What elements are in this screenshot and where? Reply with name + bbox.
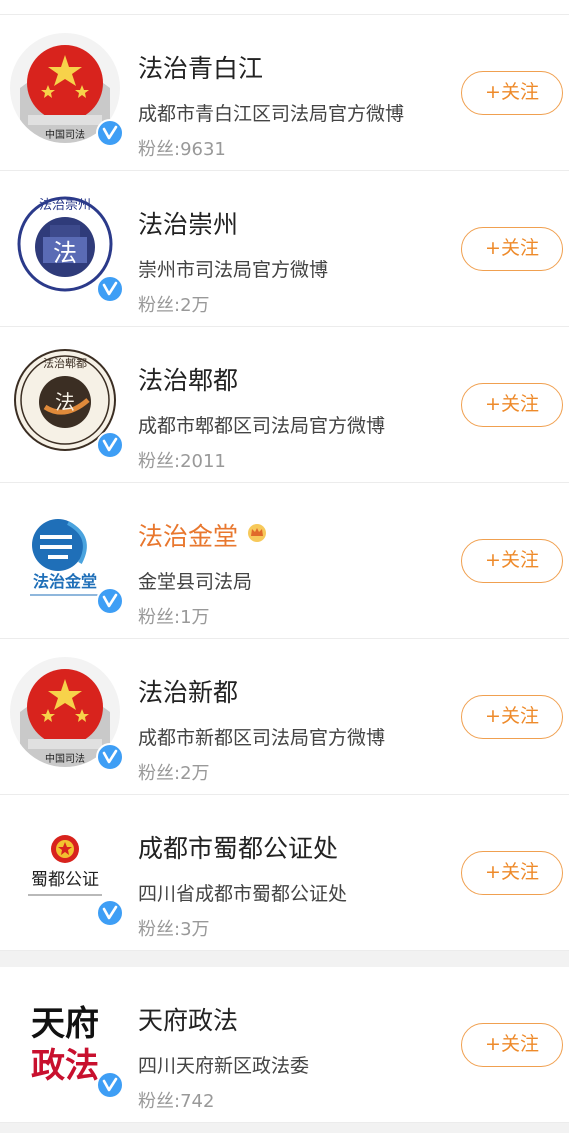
- svg-text:天府: 天府: [31, 1004, 99, 1044]
- list-item[interactable]: 中国司法 法治青白江 成都市青白江区司法局官方微博 粉丝:9631 +关注: [0, 15, 569, 171]
- fan-count: 粉丝:2万: [138, 295, 210, 316]
- account-list: 中国司法 法治青白江 成都市青白江区司法局官方微博 粉丝:9631 +关注 法 …: [0, 0, 569, 1133]
- verified-badge-icon: [96, 743, 124, 771]
- account-name[interactable]: 天府政法: [138, 1001, 238, 1037]
- avatar-text: 法治崇州: [39, 198, 91, 213]
- follow-button[interactable]: +关注: [461, 383, 563, 427]
- svg-text:政法: 政法: [31, 1046, 99, 1086]
- verified-badge-icon: [96, 1071, 124, 1099]
- account-description: 四川天府新区政法委: [138, 1055, 310, 1077]
- account-description: 成都市郫都区司法局官方微博: [138, 415, 386, 437]
- account-description: 四川省成都市蜀都公证处: [138, 883, 348, 905]
- follow-button[interactable]: +关注: [461, 851, 563, 895]
- verified-badge-icon: [96, 119, 124, 147]
- verified-badge-icon: [96, 899, 124, 927]
- account-description: 金堂县司法局: [138, 571, 253, 593]
- fan-count: 粉丝:2万: [138, 763, 210, 784]
- list-item[interactable]: 法 法治郫都 法治郫都 成都市郫都区司法局官方微博 粉丝:2011 +关注: [0, 327, 569, 483]
- bottom-divider: [0, 1123, 569, 1133]
- account-name: 法治金堂: [138, 522, 239, 551]
- section-divider: [0, 951, 569, 967]
- account-name[interactable]: 法治新都: [138, 673, 238, 709]
- fan-count: 粉丝:2011: [138, 451, 226, 472]
- account-name[interactable]: 法治郫都: [138, 361, 238, 397]
- follow-button[interactable]: +关注: [461, 71, 563, 115]
- list-item[interactable]: 中国司法 法治新都 成都市新都区司法局官方微博 粉丝:2万 +关注: [0, 639, 569, 795]
- list-item[interactable]: 法治金堂 法治金堂 金堂县司法局 粉丝:1万 +关注: [0, 483, 569, 639]
- follow-button[interactable]: +关注: [461, 227, 563, 271]
- follow-button[interactable]: +关注: [461, 1023, 563, 1067]
- account-name[interactable]: 法治青白江: [138, 49, 263, 85]
- follow-button[interactable]: +关注: [461, 539, 563, 583]
- avatar-text: 法治郫都: [43, 356, 87, 370]
- account-name[interactable]: 法治崇州: [138, 205, 238, 241]
- svg-text:法: 法: [53, 239, 77, 267]
- fan-count: 粉丝:1万: [138, 607, 210, 628]
- svg-text:法: 法: [55, 390, 75, 414]
- list-item[interactable]: 蜀都公证 成都市蜀都公证处 四川省成都市蜀都公证处 粉丝:3万 +关注: [0, 795, 569, 951]
- avatar-text: 中国司法: [45, 752, 85, 765]
- top-divider: [0, 0, 569, 15]
- verified-badge-icon: [96, 275, 124, 303]
- verified-badge-icon: [96, 587, 124, 615]
- account-description: 崇州市司法局官方微博: [138, 259, 329, 281]
- account-description: 成都市新都区司法局官方微博: [138, 727, 386, 749]
- vip-crown-icon: [246, 520, 268, 549]
- list-item[interactable]: 法 法治崇州 法治崇州 崇州市司法局官方微博 粉丝:2万 +关注: [0, 171, 569, 327]
- follow-button[interactable]: +关注: [461, 695, 563, 739]
- account-description: 成都市青白江区司法局官方微博: [138, 103, 405, 125]
- account-name[interactable]: 成都市蜀都公证处: [138, 829, 338, 865]
- fan-count: 粉丝:742: [138, 1091, 215, 1112]
- verified-badge-icon: [96, 431, 124, 459]
- account-name-vip[interactable]: 法治金堂: [138, 517, 268, 553]
- list-item[interactable]: 天府 政法 天府政法 四川天府新区政法委 粉丝:742 +关注: [0, 967, 569, 1123]
- fan-count: 粉丝:3万: [138, 919, 210, 940]
- avatar-text: 法治金堂: [33, 572, 97, 591]
- fan-count: 粉丝:9631: [138, 139, 226, 160]
- avatar-text: 中国司法: [45, 128, 85, 141]
- avatar-text: 蜀都公证: [31, 870, 99, 890]
